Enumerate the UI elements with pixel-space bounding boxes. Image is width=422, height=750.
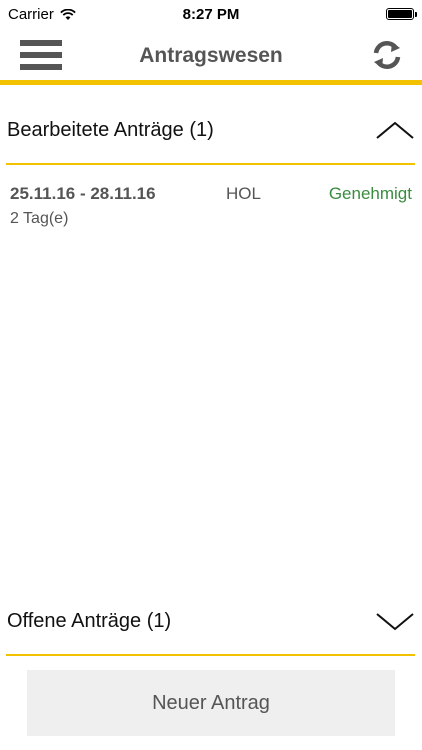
processed-requests-title: Bearbeitete Anträge (1) — [7, 119, 214, 141]
battery-tip — [415, 12, 417, 17]
chevron-down-icon — [376, 613, 414, 631]
request-type: HOL — [226, 184, 261, 203]
open-requests-header[interactable]: Offene Anträge (1) — [6, 595, 416, 649]
new-request-button[interactable]: Neuer Antrag — [27, 670, 395, 736]
status-bar: Carrier 8:27 PM — [0, 0, 422, 30]
request-status: Genehmigt — [328, 184, 412, 203]
nav-bar: Antragswesen — [0, 30, 422, 80]
processed-requests-divider — [6, 163, 415, 165]
refresh-button[interactable] — [370, 38, 404, 72]
open-requests-divider — [6, 654, 415, 656]
request-row[interactable]: 25.11.16 - 28.11.16 2 Tag(e) HOL Genehmi… — [6, 175, 416, 235]
chevron-up-icon — [376, 121, 414, 139]
nav-divider — [0, 80, 422, 85]
request-dates: 25.11.16 - 28.11.16 — [10, 184, 156, 203]
battery-icon — [386, 8, 414, 20]
request-duration: 2 Tag(e) — [10, 210, 69, 227]
status-time: 8:27 PM — [182, 6, 240, 23]
refresh-icon — [373, 40, 401, 70]
processed-requests-header[interactable]: Bearbeitete Anträge (1) — [6, 104, 416, 158]
page-title: Antragswesen — [139, 44, 283, 67]
open-requests-title: Offene Anträge (1) — [7, 610, 172, 632]
